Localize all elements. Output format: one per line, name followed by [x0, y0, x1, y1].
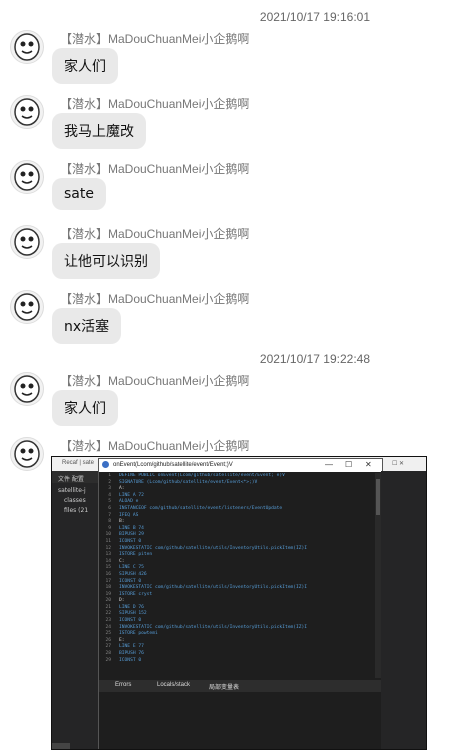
- code-line: 15 LINE C 75: [99, 565, 375, 572]
- close-icon: ✕: [365, 460, 372, 469]
- line-number: 13: [105, 552, 111, 558]
- code-text: ISTORE powtemi: [119, 631, 158, 637]
- sender-name[interactable]: 【潜水】MaDouChuanMei小企鹅啊: [60, 30, 249, 47]
- line-number: 18: [105, 585, 111, 591]
- code-line: 16 SIPUSH 426: [99, 572, 375, 579]
- line-number: 5: [108, 499, 111, 505]
- message-bubble[interactable]: 我马上魔改: [52, 113, 146, 149]
- penguin-avatar[interactable]: [10, 160, 44, 194]
- code-line: 19 ISTORE cryst: [99, 592, 375, 599]
- code-text: ALOAD e: [119, 499, 139, 505]
- message-bubble[interactable]: sate: [52, 178, 106, 210]
- editor-titlebar: onEvent(Lcom/github/satellite/event/Even…: [99, 459, 382, 472]
- line-number: 28: [105, 651, 111, 657]
- minimize-icon: —: [325, 460, 333, 469]
- sender-name[interactable]: 【潜水】MaDouChuanMei小企鹅啊: [60, 225, 249, 242]
- line-number: 20: [105, 598, 111, 604]
- line-number: 1: [108, 473, 111, 478]
- line-number: 16: [105, 571, 111, 577]
- sender-name[interactable]: 【潜水】MaDouChuanMei小企鹅啊: [60, 160, 249, 177]
- timestamp: 2021/10/17 19:16:01: [259, 10, 370, 24]
- code-text: DEFINE PUBLIC onEvent(Lcom/github/satell…: [119, 473, 285, 478]
- code-text: INVOKESTATIC com/github/satellite/utils/…: [119, 585, 308, 591]
- message-bubble[interactable]: 让他可以识别: [52, 243, 160, 279]
- message-bubble[interactable]: 家人们: [52, 48, 118, 84]
- code-line: 7 IFEQ AS: [99, 513, 375, 520]
- code-line: 6 INSTANCEOF com/github/satellite/event/l…: [99, 506, 375, 513]
- tab-local-vars: 局部变量表: [209, 685, 240, 691]
- file-tree: satellite-j classes files (21: [52, 483, 98, 749]
- line-number: 6: [108, 505, 111, 511]
- penguin-avatar[interactable]: [10, 30, 44, 64]
- tree-item: satellite-j: [58, 487, 86, 494]
- code-text: ISTORE piten: [119, 552, 153, 558]
- code-line: 29 ICONST 0: [99, 658, 375, 665]
- background-window-controls: ☐ ✕: [392, 461, 405, 467]
- app-icon: [102, 461, 109, 468]
- line-number: 25: [105, 631, 111, 637]
- sender-name[interactable]: 【潜水】MaDouChuanMei小企鹅啊: [60, 95, 249, 112]
- bottom-tabs: Errors Locals/stack 局部变量表: [99, 680, 382, 692]
- code-text: ICONST 0: [119, 657, 142, 663]
- penguin-avatar[interactable]: [10, 290, 44, 324]
- code-text: BIPUSH 29: [119, 532, 144, 538]
- code-line: 3 A:: [99, 486, 375, 493]
- sender-name[interactable]: 【潜水】MaDouChuanMei小企鹅啊: [60, 372, 249, 389]
- code-line: 23 ICONST 0: [99, 618, 375, 625]
- penguin-avatar[interactable]: [10, 225, 44, 259]
- line-number: 29: [105, 657, 111, 663]
- background-window-title: Recaf | sate: [62, 460, 94, 466]
- code-text: ICONST 0: [119, 538, 142, 544]
- penguin-avatar[interactable]: [10, 95, 44, 129]
- code-text: SIPUSH 426: [119, 571, 147, 577]
- line-number: 23: [105, 618, 111, 624]
- code-text: BIPUSH 76: [119, 651, 144, 657]
- taskbar-fragment: [52, 743, 70, 749]
- line-number: 8: [108, 519, 111, 525]
- tree-item: classes: [64, 497, 86, 504]
- screenshot-image[interactable]: Recaf | sate ☐ ✕ 文件 配置 satellite-j class…: [51, 456, 427, 750]
- timestamp: 2021/10/17 19:22:48: [259, 352, 370, 366]
- editor-title: onEvent(Lcom/github/satellite/event/Even…: [113, 462, 233, 468]
- bytecode-editor-window: onEvent(Lcom/github/satellite/event/Even…: [98, 458, 383, 749]
- line-number: 3: [108, 486, 111, 492]
- background-window-panel: [381, 471, 426, 749]
- code-text: A:: [119, 486, 125, 492]
- penguin-avatar[interactable]: [10, 437, 44, 471]
- tree-item: files (21: [64, 507, 89, 514]
- code-text: SIGNATURE (Lcom/github/satellite/event/E…: [119, 479, 258, 485]
- maximize-icon: ☐: [345, 460, 353, 469]
- code-line: 4 LINE A 72: [99, 493, 375, 500]
- sender-name[interactable]: 【潜水】MaDouChuanMei小企鹅啊: [60, 290, 249, 307]
- code-line: 5 ALOAD e: [99, 499, 375, 506]
- code-line: 1 DEFINE PUBLIC onEvent(Lcom/github/satel…: [99, 473, 375, 480]
- code-line: 2 SIGNATURE (Lcom/github/satellite/event/…: [99, 480, 375, 487]
- code-line: 20 D:: [99, 598, 375, 605]
- tab-errors: Errors: [115, 682, 132, 688]
- code-line: 8 B:: [99, 519, 375, 526]
- code-line: 25 ISTORE powtemi: [99, 631, 375, 638]
- code-text: ICONST 0: [119, 618, 142, 624]
- code-line: 11 ICONST 0: [99, 539, 375, 546]
- code-line: 18 INVOKESTATIC com/github/satellite/util…: [99, 585, 375, 592]
- code-text: D:: [119, 598, 125, 604]
- penguin-avatar[interactable]: [10, 372, 44, 406]
- code-line: 10 BIPUSH 29: [99, 532, 375, 539]
- line-number: 10: [105, 532, 111, 538]
- code-line: 28 BIPUSH 76: [99, 651, 375, 658]
- background-menubar: 文件 配置: [52, 471, 98, 483]
- message-bubble[interactable]: 家人们: [52, 390, 118, 426]
- code-text: B:: [119, 519, 125, 525]
- line-number: 11: [105, 538, 111, 544]
- message-bubble[interactable]: nx活塞: [52, 308, 122, 344]
- code-line: 13 ISTORE piten: [99, 552, 375, 559]
- sender-name[interactable]: 【潜水】MaDouChuanMei小企鹅啊: [60, 437, 249, 454]
- menu-label: 文件 配置: [58, 476, 84, 483]
- code-area: 1 DEFINE PUBLIC onEvent(Lcom/github/satel…: [99, 473, 375, 678]
- tab-locals-stack: Locals/stack: [157, 682, 191, 688]
- code-text: LINE C 75: [119, 565, 144, 571]
- line-number: 15: [105, 565, 111, 571]
- code-text: INSTANCEOF com/github/satellite/event/li…: [119, 505, 283, 511]
